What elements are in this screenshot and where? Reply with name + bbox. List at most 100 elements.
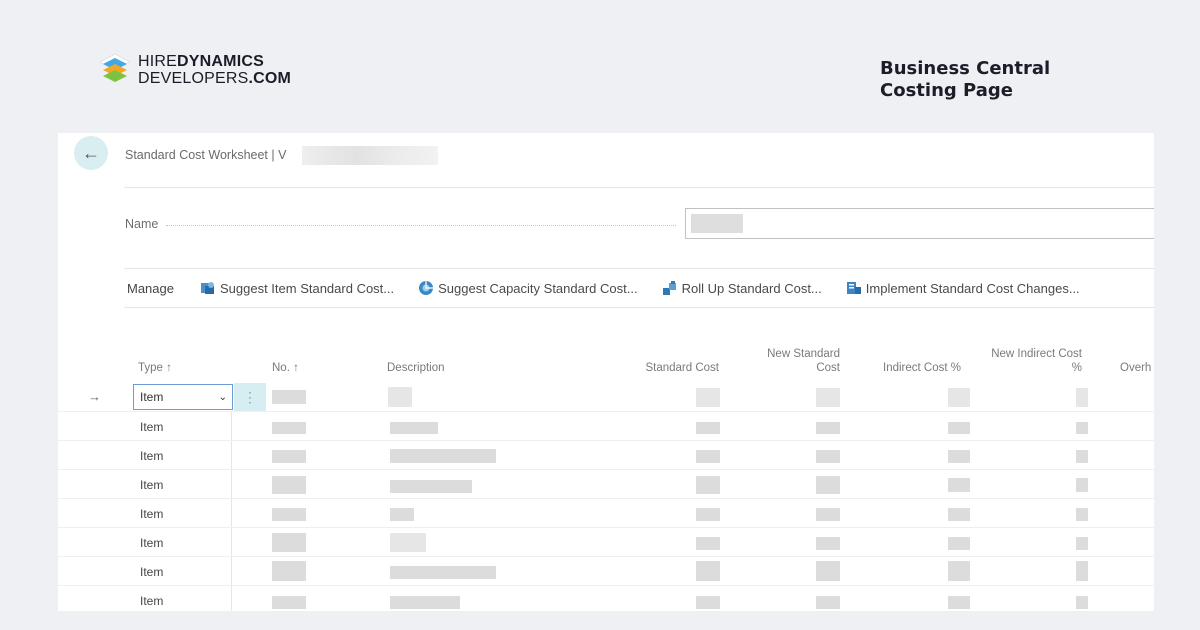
redacted-standard-cost (696, 537, 720, 550)
redacted-indirect-cost (948, 388, 970, 407)
column-header-type[interactable]: Type ↑ (138, 361, 172, 375)
redacted-new-standard-cost (816, 596, 840, 609)
redacted-new-indirect-cost (1076, 561, 1088, 581)
redacted-description (390, 449, 496, 463)
breadcrumb: Standard Cost Worksheet | V (125, 148, 287, 162)
row-more-button[interactable]: ⋮ (234, 383, 266, 412)
suggest-item-standard-cost-button[interactable]: Suggest Item Standard Cost... (200, 280, 394, 296)
table-row[interactable]: Item (58, 586, 1154, 611)
redacted-new-standard-cost (816, 537, 840, 550)
redacted-new-standard-cost (816, 508, 840, 521)
manage-menu[interactable]: Manage (127, 281, 174, 296)
redacted-new-indirect-cost (1076, 388, 1088, 407)
redacted-indirect-cost (948, 422, 970, 434)
header-line-1: New Standard (767, 348, 840, 360)
roll-up-standard-cost-button[interactable]: Roll Up Standard Cost... (662, 280, 822, 296)
redacted-indirect-cost (948, 508, 970, 521)
breadcrumb-redacted (302, 146, 438, 165)
table-row[interactable]: Item (58, 470, 1154, 499)
redacted-no (272, 476, 306, 494)
redacted-new-indirect-cost (1076, 478, 1088, 492)
column-header-overhead[interactable]: Overh (1120, 361, 1151, 375)
redacted-standard-cost (696, 450, 720, 463)
redacted-new-standard-cost (816, 561, 840, 581)
type-cell[interactable]: Item (134, 470, 232, 499)
table-row[interactable]: Item (58, 499, 1154, 528)
redacted-indirect-cost (948, 561, 970, 581)
name-input[interactable] (685, 208, 1154, 239)
redacted-indirect-cost (948, 537, 970, 550)
name-label: Name (125, 217, 159, 231)
redacted-indirect-cost (948, 596, 970, 609)
header-divider (124, 187, 1154, 188)
suggest-capacity-icon (419, 281, 434, 295)
redacted-new-standard-cost (816, 422, 840, 434)
redacted-standard-cost (696, 596, 720, 609)
current-row-arrow-icon: → (88, 389, 101, 404)
redacted-new-indirect-cost (1076, 537, 1088, 550)
redacted-description (390, 596, 460, 609)
chevron-down-icon: ⌄ (218, 391, 227, 403)
action-bar: Manage Suggest Item Standard Cost... Sug… (124, 268, 1154, 308)
page-caption: Business Central Costing Page (880, 58, 1050, 102)
type-cell[interactable]: Item (134, 557, 232, 586)
redacted-new-standard-cost (816, 388, 840, 407)
redacted-no (272, 422, 306, 434)
redacted-no (272, 390, 306, 404)
redacted-no (272, 450, 306, 463)
more-vertical-icon: ⋮ (243, 389, 257, 405)
column-header-standard-cost[interactable]: Standard Cost (618, 361, 719, 375)
action-label: Roll Up Standard Cost... (681, 280, 822, 296)
redacted-standard-cost (696, 388, 720, 407)
action-label: Suggest Item Standard Cost... (219, 280, 395, 296)
type-cell[interactable]: Item (134, 586, 232, 611)
arrow-left-icon: ← (82, 142, 100, 163)
type-select-value: Item (140, 390, 164, 404)
type-cell[interactable]: Item (134, 528, 232, 557)
name-value-redacted (691, 214, 743, 233)
redacted-description (388, 387, 412, 407)
implement-standard-cost-changes-button[interactable]: Implement Standard Cost Changes... (846, 280, 1080, 296)
brand-wordmark: HIREDYNAMICS DEVELOPERS.COM (138, 53, 292, 87)
redacted-description (390, 533, 426, 552)
column-header-description[interactable]: Description (387, 361, 445, 375)
redacted-description (390, 480, 472, 493)
table-row[interactable]: → Item ⌄ ⋮ (58, 383, 1154, 412)
column-header-no[interactable]: No. ↑ (272, 361, 299, 375)
table-row[interactable]: Item (58, 441, 1154, 470)
redacted-description (390, 508, 414, 521)
type-cell[interactable]: Item (134, 499, 232, 528)
back-button[interactable]: ← (74, 136, 108, 170)
redacted-new-indirect-cost (1076, 422, 1088, 434)
redacted-standard-cost (696, 508, 720, 521)
roll-up-icon (662, 281, 676, 295)
column-header-new-standard-cost[interactable]: New Standard Cost (740, 347, 840, 375)
redacted-standard-cost (696, 422, 720, 434)
redacted-new-standard-cost (816, 476, 840, 494)
action-label: Implement Standard Cost Changes... (865, 280, 1080, 296)
type-cell[interactable]: Item (134, 412, 232, 441)
redacted-no (272, 561, 306, 581)
action-label: Suggest Capacity Standard Cost... (438, 280, 638, 296)
redacted-new-indirect-cost (1076, 450, 1088, 463)
table-row[interactable]: Item (58, 528, 1154, 557)
type-select[interactable]: Item ⌄ (133, 384, 233, 410)
redacted-description (390, 566, 496, 579)
table-row[interactable]: Item (58, 557, 1154, 586)
type-cell[interactable]: Item (134, 441, 232, 470)
implement-icon (846, 282, 861, 294)
suggest-capacity-standard-cost-button[interactable]: Suggest Capacity Standard Cost... (418, 280, 638, 296)
suggest-item-icon (200, 282, 214, 294)
redacted-new-indirect-cost (1076, 508, 1088, 521)
redacted-standard-cost (696, 476, 720, 494)
redacted-new-standard-cost (816, 450, 840, 463)
header-line-1: New Indirect Cost (991, 348, 1082, 360)
redacted-no (272, 533, 306, 552)
name-leader-dots (166, 225, 676, 226)
header-line-2: % (1071, 362, 1082, 374)
table-row[interactable]: Item (58, 412, 1154, 441)
column-header-new-indirect-cost[interactable]: New Indirect Cost % (976, 347, 1082, 375)
bc-screenshot: ← Standard Cost Worksheet | V Name Manag… (58, 133, 1154, 611)
redacted-new-indirect-cost (1076, 596, 1088, 609)
column-header-indirect-cost[interactable]: Indirect Cost % (858, 361, 961, 375)
